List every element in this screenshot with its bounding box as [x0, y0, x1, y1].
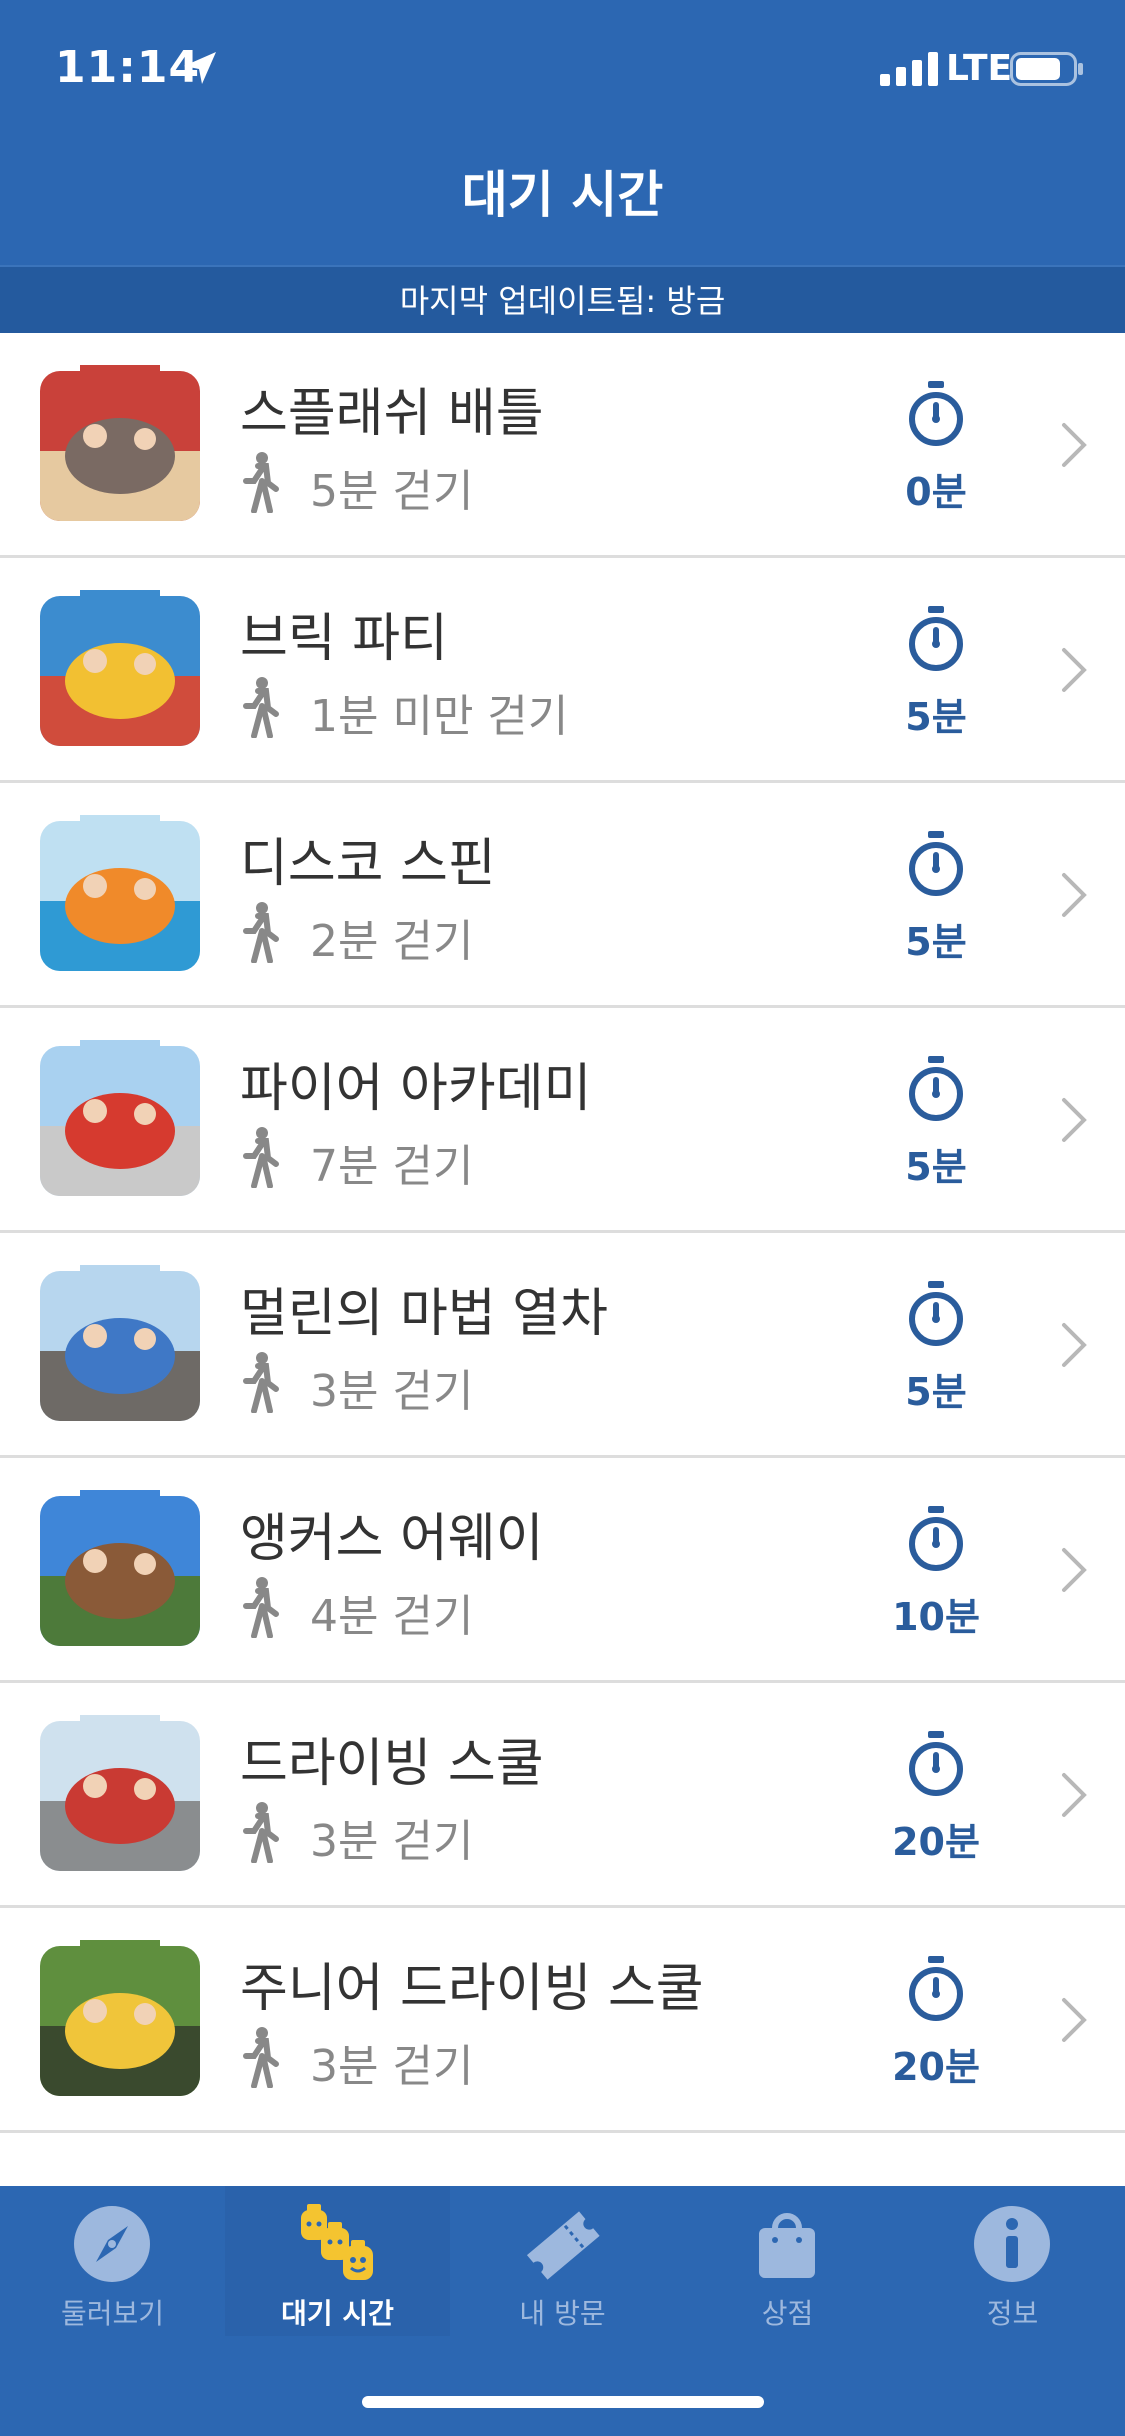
ride-row[interactable]: 주니어 드라이빙 스쿨 3분 걷기 20분	[0, 1908, 1125, 2133]
stopwatch-icon	[909, 1506, 963, 1571]
ride-thumbnail	[40, 365, 200, 521]
chevron-right-icon	[1062, 873, 1087, 917]
walk-time: 2분 걷기	[310, 916, 474, 967]
tab-shop[interactable]: 상점	[675, 2186, 900, 2336]
ride-row[interactable]: 드라이빙 스쿨 3분 걷기 20분	[0, 1683, 1125, 1908]
shopping-bag-icon	[759, 2213, 815, 2278]
ride-thumbnail	[40, 590, 200, 746]
walking-person-icon	[243, 1802, 279, 1863]
battery-icon	[1010, 52, 1083, 86]
network-type: LTE	[946, 48, 1013, 89]
stopwatch-icon	[909, 1731, 963, 1796]
walk-time: 3분 걷기	[310, 1816, 474, 1867]
chevron-right-icon	[1062, 648, 1087, 692]
wait-time: 20분	[892, 1820, 980, 1864]
ride-name: 앵커스 어웨이	[240, 1509, 544, 1569]
ride-thumbnail	[40, 1715, 200, 1871]
tab-bar: 둘러보기 대기 시간 내 방문 상점 정보	[0, 2186, 1125, 2436]
walking-person-icon	[243, 452, 279, 513]
ride-name: 드라이빙 스쿨	[240, 1734, 544, 1794]
stopwatch-icon	[909, 606, 963, 671]
tab-my-visit[interactable]: 내 방문	[450, 2186, 675, 2336]
ride-row[interactable]: 브릭 파티 1분 미만 걷기 5분	[0, 558, 1125, 783]
tab-info[interactable]: 정보	[900, 2186, 1125, 2336]
wait-time: 10분	[892, 1595, 980, 1639]
wait-time: 5분	[905, 1145, 967, 1189]
chevron-right-icon	[1062, 1773, 1087, 1817]
ride-thumbnail	[40, 1265, 200, 1421]
cellular-signal-icon	[880, 52, 938, 86]
stopwatch-icon	[909, 831, 963, 896]
tab-wait-times[interactable]: 대기 시간	[225, 2186, 450, 2336]
walking-person-icon	[243, 1352, 279, 1413]
ride-row[interactable]: 파이어 아카데미 7분 걷기 5분	[0, 1008, 1125, 1233]
ticket-icon	[526, 2211, 600, 2280]
ride-thumbnail	[40, 1940, 200, 2096]
ride-row[interactable]: 앵커스 어웨이 4분 걷기 10분	[0, 1458, 1125, 1683]
ride-thumbnail	[40, 815, 200, 971]
last-updated-banner: 마지막 업데이트됨: 방금	[0, 265, 1125, 333]
status-time: 11:14	[55, 42, 201, 93]
walking-person-icon	[243, 2027, 279, 2088]
walk-time: 5분 걷기	[310, 466, 474, 517]
stopwatch-icon	[909, 1956, 963, 2021]
ride-name: 멀린의 마법 열차	[240, 1284, 608, 1344]
tab-label: 내 방문	[519, 2297, 606, 2330]
walk-time: 7분 걷기	[310, 1141, 474, 1192]
wait-time: 5분	[905, 695, 967, 739]
tab-label: 둘러보기	[60, 2297, 165, 2330]
home-indicator[interactable]	[362, 2396, 764, 2408]
wait-time-list: 스플래쉬 배틀 5분 걷기 0분 브릭 파티 1분 미만 걷기 5분 디스코 스…	[0, 333, 1125, 2193]
ride-name: 주니어 드라이빙 스쿨	[240, 1959, 704, 2019]
tab-explore[interactable]: 둘러보기	[0, 2186, 225, 2336]
wait-time: 5분	[905, 920, 967, 964]
walking-person-icon	[243, 1127, 279, 1188]
walking-person-icon	[243, 677, 279, 738]
tab-label: 정보	[986, 2297, 1039, 2330]
ride-row[interactable]: 멀린의 마법 열차 3분 걷기 5분	[0, 1233, 1125, 1458]
ride-thumbnail	[40, 1490, 200, 1646]
app-header: 11:14 LTE 대기 시간	[0, 0, 1125, 265]
ride-row[interactable]: 스플래쉬 배틀 5분 걷기 0분	[0, 333, 1125, 558]
ride-name: 디스코 스핀	[240, 834, 496, 894]
walk-time: 4분 걷기	[310, 1591, 474, 1642]
tab-label: 상점	[761, 2297, 814, 2330]
ride-name: 파이어 아카데미	[240, 1059, 592, 1119]
page-title: 대기 시간	[461, 166, 664, 224]
tab-label: 대기 시간	[281, 2297, 394, 2330]
walk-time: 1분 미만 걷기	[310, 691, 569, 742]
compass-icon	[74, 2206, 150, 2282]
walking-person-icon	[243, 902, 279, 963]
wait-time: 0분	[905, 470, 967, 514]
wait-time: 20분	[892, 2045, 980, 2089]
status-bar: 11:14 LTE	[0, 0, 1125, 130]
wait-time: 5분	[905, 1370, 967, 1414]
walking-person-icon	[243, 1577, 279, 1638]
chevron-right-icon	[1062, 423, 1087, 467]
location-arrow-icon	[184, 52, 216, 84]
stopwatch-icon	[909, 1056, 963, 1121]
ride-name: 브릭 파티	[240, 609, 448, 669]
chevron-right-icon	[1062, 1098, 1087, 1142]
walk-time: 3분 걷기	[310, 2041, 474, 2092]
chevron-right-icon	[1062, 1323, 1087, 1367]
ride-row[interactable]: 디스코 스핀 2분 걷기 5분	[0, 783, 1125, 1008]
chevron-right-icon	[1062, 1998, 1087, 2042]
walk-time: 3분 걷기	[310, 1366, 474, 1417]
stopwatch-icon	[909, 381, 963, 446]
ride-thumbnail	[40, 1040, 200, 1196]
stopwatch-icon	[909, 1281, 963, 1346]
ride-name: 스플래쉬 배틀	[240, 384, 544, 444]
lego-heads-icon	[301, 2204, 373, 2280]
info-icon	[974, 2206, 1050, 2282]
ride-row-partial[interactable]	[0, 2133, 1125, 2193]
chevron-right-icon	[1062, 1548, 1087, 1592]
